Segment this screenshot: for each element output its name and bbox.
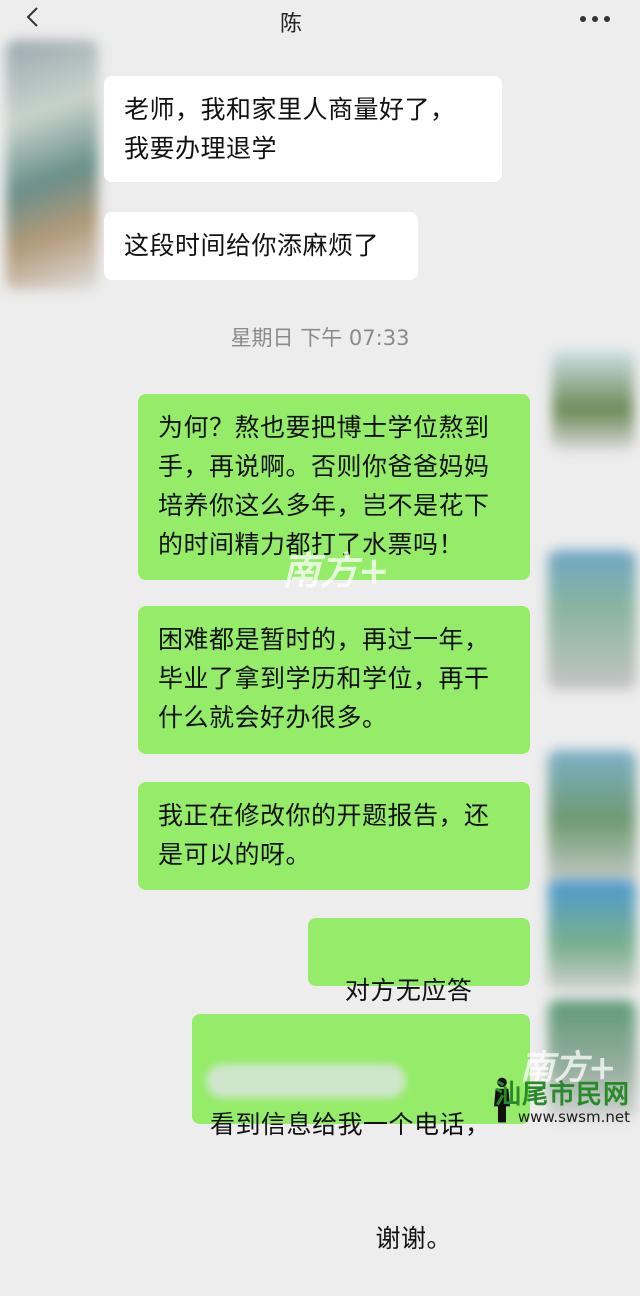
- outgoing-message[interactable]: 我正在修改你的开题报告，还 是可以的呀。: [138, 782, 530, 890]
- self-avatar[interactable]: [548, 880, 636, 990]
- missed-call-label: 对方无应答: [344, 976, 473, 1005]
- chat-header: 陈: [0, 0, 640, 48]
- site-logo: 汕尾市民网 www.swsm.net: [494, 1068, 634, 1134]
- timestamp: 星期日 下午 07:33: [230, 326, 410, 350]
- message-line: 谢谢。: [375, 1224, 452, 1253]
- site-name: 汕尾市民网: [494, 1080, 630, 1110]
- incoming-message[interactable]: 老师，我和家里人商量好了， 我要办理退学: [104, 76, 502, 182]
- contact-name: 陈: [280, 12, 303, 37]
- self-avatar[interactable]: [548, 750, 636, 890]
- more-dots-icon[interactable]: [578, 14, 612, 24]
- message-line: 看到信息给我一个电话，: [210, 1110, 491, 1139]
- incoming-message[interactable]: 这段时间给你添麻烦了: [104, 212, 418, 280]
- chevron-left-icon[interactable]: [22, 6, 44, 28]
- nanfang-watermark: 南方+: [282, 548, 390, 593]
- self-avatar[interactable]: [552, 350, 634, 450]
- site-url: www.swsm.net: [517, 1108, 630, 1126]
- outgoing-message[interactable]: 困难都是暂时的，再过一年， 毕业了拿到学历和学位，再干 什么就会好办很多。: [138, 606, 530, 754]
- contact-avatar[interactable]: [6, 40, 98, 290]
- self-avatar[interactable]: [548, 550, 636, 690]
- privacy-blur: [206, 1064, 406, 1098]
- missed-call-message[interactable]: 对方无应答: [308, 918, 530, 1038]
